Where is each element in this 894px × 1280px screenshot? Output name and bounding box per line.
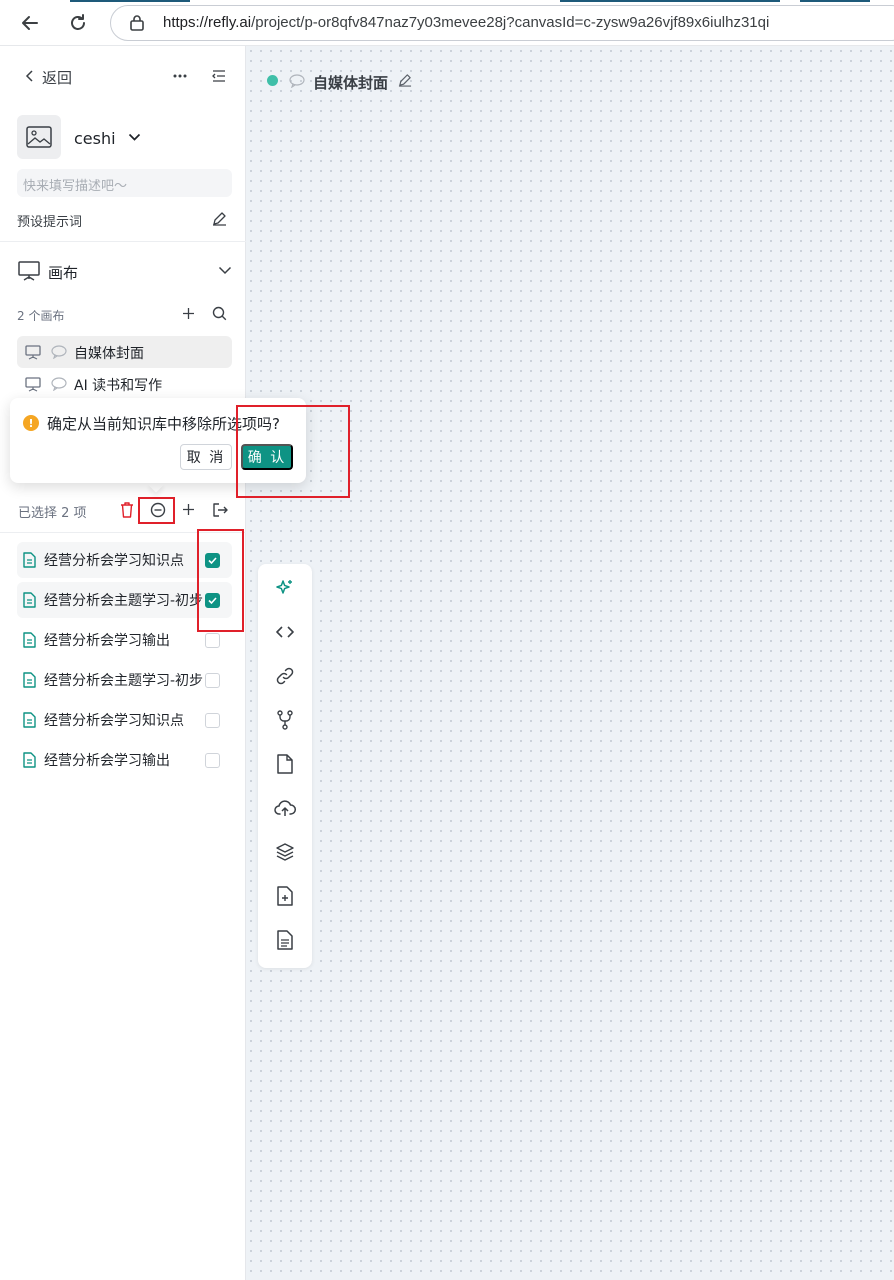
preset-prompt-label: 预设提示词 bbox=[17, 215, 83, 230]
address-bar[interactable]: https://refly.ai/project/p-or8qfv847naz7… bbox=[110, 5, 894, 41]
link-icon[interactable] bbox=[273, 664, 297, 688]
canvas-title[interactable]: 自媒体封面 bbox=[313, 72, 388, 93]
comment-icon bbox=[289, 74, 305, 88]
canvas-area[interactable] bbox=[246, 46, 894, 1280]
document-icon bbox=[23, 672, 36, 688]
divider bbox=[0, 241, 246, 242]
tab-indicator bbox=[70, 0, 190, 2]
collapse-sidebar-icon[interactable] bbox=[212, 69, 226, 83]
document-icon bbox=[23, 592, 36, 608]
branch-icon[interactable] bbox=[273, 708, 297, 732]
trash-icon[interactable] bbox=[120, 502, 134, 518]
canvas-count: 2 个画布 bbox=[17, 309, 65, 323]
edit-icon[interactable] bbox=[212, 211, 227, 226]
project-image-icon[interactable] bbox=[17, 115, 61, 159]
document-checkbox[interactable] bbox=[205, 713, 220, 728]
browser-bar: https://refly.ai/project/p-or8qfv847naz7… bbox=[0, 0, 894, 46]
canvas-toolbar bbox=[258, 564, 312, 968]
url-text: https://refly.ai/project/p-or8qfv847naz7… bbox=[163, 14, 770, 31]
file-icon[interactable] bbox=[273, 752, 297, 776]
canvas-item[interactable]: 自媒体封面 bbox=[17, 336, 232, 368]
document-item[interactable]: 经营分析会学习知识点 bbox=[17, 702, 232, 738]
canvas-section-header[interactable]: 画布 bbox=[48, 262, 78, 283]
back-arrow-icon[interactable] bbox=[15, 8, 45, 38]
code-icon[interactable] bbox=[273, 620, 297, 644]
cloud-upload-icon[interactable] bbox=[273, 796, 297, 820]
document-icon bbox=[23, 752, 36, 768]
document-checkbox[interactable] bbox=[205, 633, 220, 648]
canvas-section-icon bbox=[18, 261, 40, 281]
canvas-icon bbox=[25, 345, 41, 360]
exit-selection-icon[interactable] bbox=[212, 502, 228, 518]
document-checkbox[interactable] bbox=[205, 753, 220, 768]
reload-icon[interactable] bbox=[63, 8, 93, 38]
document-icon bbox=[23, 632, 36, 648]
sparkles-icon[interactable] bbox=[273, 576, 297, 600]
description-input[interactable]: 快来填写描述吧～ bbox=[17, 169, 232, 197]
file-plus-icon[interactable] bbox=[273, 884, 297, 908]
canvas-item[interactable]: AI 读书和写作 bbox=[17, 368, 232, 400]
chevron-down-icon[interactable] bbox=[218, 266, 232, 275]
tab-indicator bbox=[560, 0, 780, 2]
highlight-box bbox=[197, 529, 244, 632]
highlight-box bbox=[138, 497, 175, 524]
back-button[interactable]: 返回 bbox=[42, 67, 72, 88]
highlight-box bbox=[236, 405, 350, 498]
status-dot bbox=[267, 75, 278, 86]
comment-icon bbox=[51, 377, 67, 391]
document-item[interactable]: 经营分析会主题学习-初步 bbox=[17, 662, 232, 698]
more-icon[interactable] bbox=[172, 73, 188, 79]
project-name[interactable]: ceshi bbox=[74, 129, 116, 148]
document-icon bbox=[23, 712, 36, 728]
chevron-down-icon[interactable] bbox=[128, 133, 141, 142]
selected-count: 已选择 2 项 bbox=[18, 506, 87, 521]
tab-indicator bbox=[800, 0, 870, 2]
comment-icon bbox=[51, 345, 67, 359]
cancel-button[interactable]: 取 消 bbox=[180, 444, 232, 470]
chevron-left-icon[interactable] bbox=[24, 69, 36, 83]
project-sidebar: 返回 ceshi 快来填写描述吧～ 预设提示词 画布 2 个画布 自媒体封面 A… bbox=[0, 46, 246, 1280]
canvas-icon bbox=[25, 377, 41, 392]
layers-icon[interactable] bbox=[273, 840, 297, 864]
edit-title-icon[interactable] bbox=[398, 73, 412, 87]
search-icon[interactable] bbox=[212, 306, 227, 321]
lock-icon bbox=[129, 14, 145, 32]
document-checkbox[interactable] bbox=[205, 673, 220, 688]
add-canvas-icon[interactable] bbox=[182, 307, 195, 320]
document-icon bbox=[23, 552, 36, 568]
document-item[interactable]: 经营分析会学习输出 bbox=[17, 742, 232, 778]
add-icon[interactable] bbox=[182, 503, 195, 516]
warning-icon: ! bbox=[23, 415, 39, 431]
file-text-icon[interactable] bbox=[273, 928, 297, 952]
